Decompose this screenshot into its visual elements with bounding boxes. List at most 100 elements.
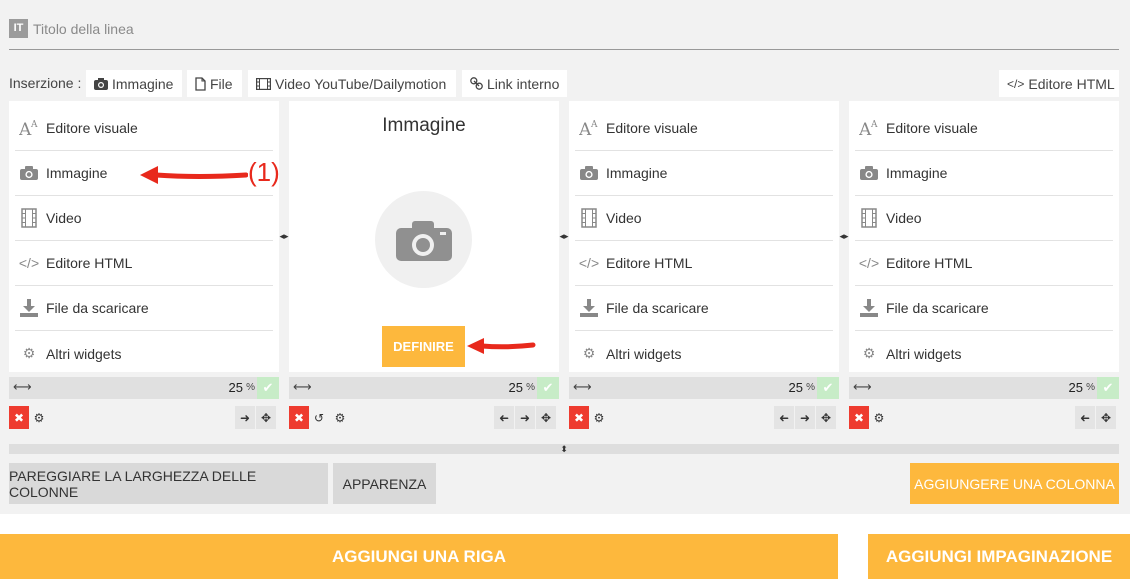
- html-editor-button[interactable]: </> Editore HTML: [999, 70, 1119, 97]
- camera-icon: [579, 163, 599, 183]
- film-icon: [19, 208, 39, 228]
- insert-file-label: File: [210, 75, 233, 92]
- equalize-columns-button[interactable]: PAREGGIARE LA LARGHEZZA DELLE COLONNE: [9, 463, 328, 504]
- settings-icon[interactable]: ⚙: [589, 406, 609, 429]
- confirm-width-button[interactable]: ✔: [817, 377, 839, 399]
- move-icon[interactable]: ✥: [816, 406, 836, 429]
- delete-column-icon[interactable]: ✖: [9, 406, 29, 429]
- widget-label: Editore visuale: [606, 120, 698, 136]
- column-width-value[interactable]: 25: [789, 380, 803, 395]
- widget-other[interactable]: ⚙ Altri widgets: [575, 331, 833, 376]
- define-image-button[interactable]: DEFINIRE: [382, 326, 465, 367]
- width-arrows-icon: ⟷: [293, 379, 312, 394]
- delete-column-icon[interactable]: ✖: [849, 406, 869, 429]
- move-icon[interactable]: ✥: [1096, 406, 1116, 429]
- move-right-icon[interactable]: ➜: [235, 406, 255, 429]
- widget-image[interactable]: Immagine: [575, 151, 833, 196]
- width-arrows-icon: ⟷: [853, 379, 872, 394]
- settings-icon[interactable]: ⚙: [330, 406, 350, 429]
- widget-html-editor[interactable]: </> Editore HTML: [575, 241, 833, 286]
- column-width-value[interactable]: 25: [1069, 380, 1083, 395]
- annotation-label: (1): [248, 157, 280, 187]
- gears-icon: ⚙: [22, 345, 36, 361]
- widget-label: Editore HTML: [46, 255, 133, 271]
- row-resize-handle[interactable]: ⬍: [9, 444, 1119, 454]
- move-right-icon[interactable]: ➜: [515, 406, 535, 429]
- svg-text:A: A: [590, 120, 598, 130]
- widget-other[interactable]: ⚙ Altri widgets: [855, 331, 1113, 376]
- settings-icon[interactable]: ⚙: [29, 406, 49, 429]
- widget-html-editor[interactable]: </> Editore HTML: [15, 241, 273, 286]
- download-icon: [579, 298, 599, 318]
- insert-file-button[interactable]: File: [187, 70, 242, 97]
- move-left-icon[interactable]: ➜: [774, 406, 794, 429]
- widget-image[interactable]: Immagine: [855, 151, 1113, 196]
- column-2-image: Immagine DEFINIRE: [289, 101, 559, 372]
- add-row-button[interactable]: AGGIUNGI UNA RIGA: [0, 534, 838, 579]
- widget-visual-editor[interactable]: A A Editore visuale: [855, 106, 1113, 151]
- settings-icon[interactable]: ⚙: [869, 406, 889, 429]
- widget-download-file[interactable]: File da scaricare: [15, 286, 273, 331]
- widget-html-editor[interactable]: </> Editore HTML: [855, 241, 1113, 286]
- widget-label: Immagine: [606, 165, 668, 181]
- font-size-icon: AA: [19, 118, 39, 138]
- confirm-width-button[interactable]: ✔: [1097, 377, 1119, 399]
- widget-video[interactable]: Video: [15, 196, 273, 241]
- column-3-width-bar: ⟷ 25 % ✔: [569, 377, 839, 399]
- widget-video[interactable]: Video: [855, 196, 1113, 241]
- widget-visual-editor[interactable]: A A Editore visuale: [575, 106, 833, 151]
- delete-column-icon[interactable]: ✖: [289, 406, 309, 429]
- reset-icon[interactable]: ↺: [309, 406, 329, 429]
- line-title-field[interactable]: IT Titolo della linea: [9, 19, 1119, 50]
- film-icon: [859, 208, 879, 228]
- file-icon: [195, 76, 206, 91]
- column-1: A A Editore visuale Immagine Video </> Edit…: [9, 101, 279, 372]
- widget-label: Altri widgets: [46, 345, 122, 362]
- gears-icon: ⚙: [582, 345, 596, 361]
- column-width-value[interactable]: 25: [229, 380, 243, 395]
- widget-label: Video: [46, 210, 82, 226]
- move-left-icon[interactable]: ➜: [1075, 406, 1095, 429]
- widget-label: Video: [606, 210, 642, 226]
- delete-column-icon[interactable]: ✖: [569, 406, 589, 429]
- column-4: A A Editore visuale Immagine Video </> Edit…: [849, 101, 1119, 372]
- column-resize-handle-2[interactable]: ◂▸: [559, 231, 569, 242]
- move-right-icon[interactable]: ➜: [795, 406, 815, 429]
- confirm-width-button[interactable]: ✔: [537, 377, 559, 399]
- insert-link-button[interactable]: Link interno: [462, 70, 567, 97]
- widget-visual-editor[interactable]: A A Editore visuale: [15, 106, 273, 151]
- html-editor-label: Editore HTML: [1028, 75, 1115, 92]
- insert-image-button[interactable]: Immagine: [86, 70, 182, 97]
- column-width-value[interactable]: 25: [509, 380, 523, 395]
- column-width-unit: %: [1086, 382, 1095, 393]
- move-icon[interactable]: ✥: [536, 406, 556, 429]
- insert-video-label: Video YouTube/Dailymotion: [275, 75, 447, 92]
- column-2-width-bar: ⟷ 25 % ✔: [289, 377, 559, 399]
- code-icon: </>: [1007, 76, 1025, 91]
- film-icon: [256, 77, 271, 90]
- add-column-button[interactable]: AGGIUNGERE UNA COLONNA: [910, 463, 1119, 504]
- confirm-width-button[interactable]: ✔: [257, 377, 279, 399]
- widget-other[interactable]: ⚙ Altri widgets: [15, 331, 273, 376]
- insert-image-label: Immagine: [112, 75, 174, 92]
- column-width-unit: %: [246, 382, 255, 393]
- column-resize-handle-1[interactable]: ◂▸: [279, 231, 289, 242]
- widget-label: File da scaricare: [606, 300, 709, 316]
- widget-video[interactable]: Video: [575, 196, 833, 241]
- widget-download-file[interactable]: File da scaricare: [855, 286, 1113, 331]
- column-resize-handle-3[interactable]: ◂▸: [839, 231, 849, 242]
- image-placeholder[interactable]: [375, 191, 472, 288]
- widget-download-file[interactable]: File da scaricare: [575, 286, 833, 331]
- move-icon[interactable]: ✥: [256, 406, 276, 429]
- camera-icon: [859, 163, 879, 183]
- appearance-button[interactable]: APPARENZA: [333, 463, 436, 504]
- widget-list: A A Editore visuale Immagine Video </> Edit…: [855, 106, 1113, 376]
- insert-video-button[interactable]: Video YouTube/Dailymotion: [248, 70, 456, 97]
- add-layout-button[interactable]: AGGIUNGI IMPAGINAZIONE: [868, 534, 1130, 579]
- widget-label: Editore visuale: [886, 120, 978, 136]
- column-4-width-bar: ⟷ 25 % ✔: [849, 377, 1119, 399]
- move-left-icon[interactable]: ➜: [494, 406, 514, 429]
- column-1-actions: ✖ ⚙ ➜ ✥: [9, 406, 279, 429]
- camera-icon: [19, 163, 39, 183]
- column-4-actions: ✖ ⚙ ➜ ✥: [849, 406, 1119, 429]
